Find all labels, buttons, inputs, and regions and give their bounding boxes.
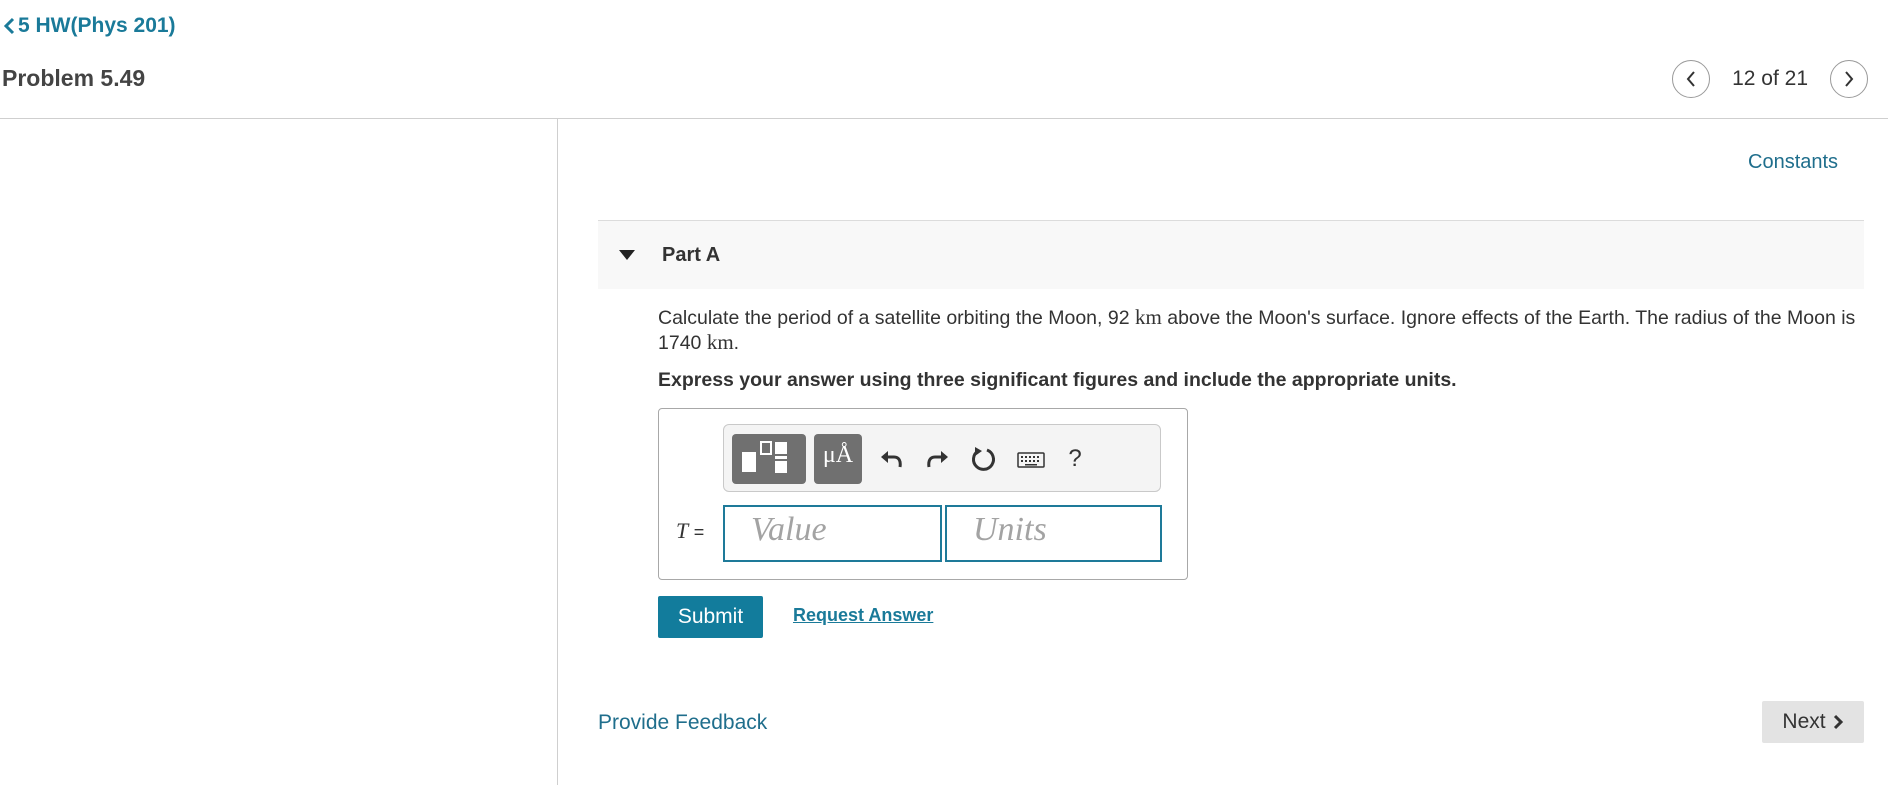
help-icon[interactable]: ? — [1058, 442, 1092, 476]
next-button[interactable]: Next — [1762, 701, 1864, 743]
chevron-right-icon — [1833, 714, 1843, 730]
answer-instruction: Express your answer using three signific… — [658, 369, 1457, 391]
chevron-left-icon — [3, 17, 15, 35]
undo-button[interactable] — [875, 442, 909, 476]
units-button[interactable]: μÅ — [814, 434, 862, 484]
chevron-left-icon — [1686, 71, 1695, 87]
part-label: Part A — [662, 243, 721, 266]
provide-feedback-link[interactable]: Provide Feedback — [598, 711, 767, 735]
question-text: Calculate the period of a satellite orbi… — [658, 305, 1856, 354]
problem-title: Problem 5.49 — [2, 65, 146, 91]
templates-icon — [742, 441, 787, 473]
units-input[interactable]: Units — [945, 505, 1162, 562]
constants-link[interactable]: Constants — [1748, 151, 1838, 174]
units-mu-angstrom-icon: μÅ — [822, 442, 854, 468]
math-toolbar: μÅ ? — [723, 424, 1161, 492]
column-divider — [557, 119, 558, 785]
header-divider — [0, 118, 1888, 119]
back-to-assignment-link[interactable]: 5 HW(Phys 201) — [2, 14, 176, 38]
redo-icon — [927, 451, 948, 468]
chevron-right-icon — [1845, 71, 1854, 87]
pager-count: 12 of 21 — [1732, 67, 1808, 90]
keyboard-button[interactable] — [1014, 442, 1048, 476]
redo-button[interactable] — [920, 442, 954, 476]
keyboard-icon — [1017, 452, 1045, 468]
part-a-header[interactable]: Part A — [598, 220, 1864, 289]
request-answer-link[interactable]: Request Answer — [793, 605, 933, 626]
back-link-label: 5 HW(Phys 201) — [18, 14, 176, 37]
reset-icon — [971, 447, 995, 471]
submit-button[interactable]: Submit — [658, 596, 763, 638]
answer-variable-label: T = — [676, 518, 705, 543]
caret-down-icon — [619, 250, 635, 260]
problem-pager: 12 of 21 — [1672, 60, 1868, 98]
next-problem-button[interactable] — [1830, 60, 1868, 98]
undo-icon — [881, 451, 902, 468]
previous-problem-button[interactable] — [1672, 60, 1711, 98]
value-input[interactable]: Value — [723, 505, 942, 562]
next-button-label: Next — [1782, 710, 1826, 733]
templates-button[interactable] — [732, 434, 806, 484]
reset-button[interactable] — [966, 442, 1000, 476]
